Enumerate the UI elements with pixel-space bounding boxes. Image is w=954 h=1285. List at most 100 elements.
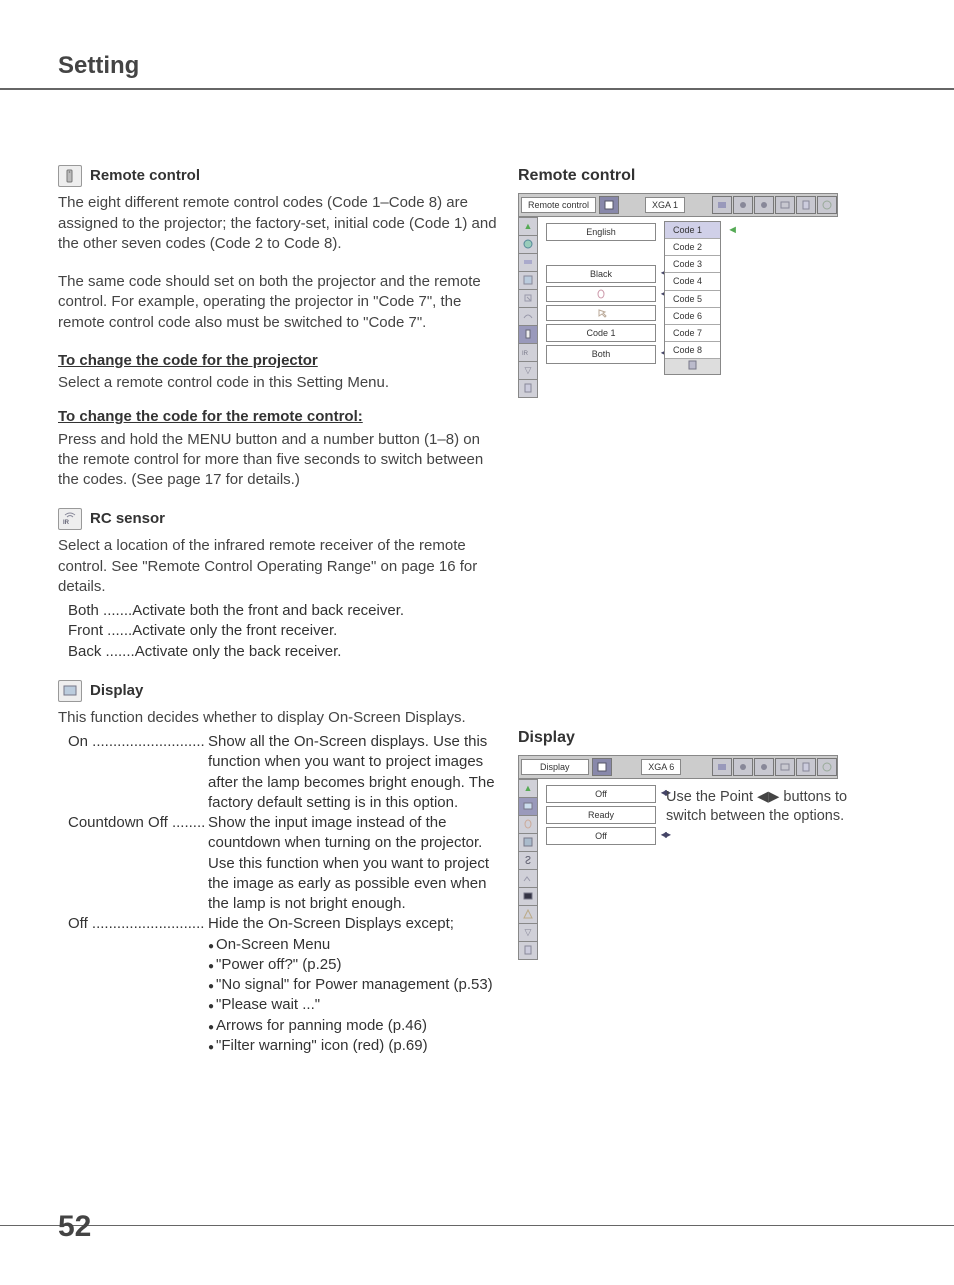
- section-head-rcsensor: IR RC sensor: [58, 508, 498, 530]
- setting-field-display[interactable]: Off: [546, 785, 656, 803]
- setting-field-onstart[interactable]: Off: [546, 827, 656, 845]
- bullet-item: On-Screen Menu: [208, 935, 498, 955]
- osd-settings: English Black Code 1 Both: [538, 217, 660, 397]
- section-title-display: Display: [90, 681, 143, 701]
- sidebar-item-icon[interactable]: [518, 851, 538, 870]
- bullet-item: "Power off?" (p.25): [208, 955, 498, 975]
- display-list: On ...........................Show all t…: [68, 732, 498, 1056]
- sidebar-item-icon[interactable]: [518, 235, 538, 254]
- setting-field-background[interactable]: Black: [546, 265, 656, 283]
- display-icon: [58, 680, 82, 702]
- left-right-arrows-icon: [661, 830, 669, 841]
- sidebar-scroll-up[interactable]: [518, 779, 538, 798]
- sidebar-item-icon[interactable]: IR: [518, 343, 538, 362]
- term: Back .......: [68, 642, 135, 662]
- list-item: Front ......Activate only the front rece…: [68, 621, 498, 641]
- sidebar-item-icon[interactable]: [518, 289, 538, 308]
- code-exit-icon[interactable]: [665, 359, 720, 374]
- code-option[interactable]: Code 2: [665, 239, 720, 256]
- sidebar-item-icon[interactable]: [518, 815, 538, 834]
- page-number: 52: [58, 1207, 91, 1248]
- setting-field-language[interactable]: English: [546, 223, 656, 241]
- sidebar-scroll-down[interactable]: [518, 361, 538, 380]
- code-option[interactable]: Code 7: [665, 325, 720, 342]
- topbar-tab-icon[interactable]: [775, 758, 795, 776]
- code-option[interactable]: Code 6: [665, 308, 720, 325]
- code-option[interactable]: Code 1◄: [665, 222, 720, 239]
- definition: Hide the On-Screen Displays except; On-S…: [208, 914, 498, 1056]
- bullet-item: Arrows for panning mode (p.46): [208, 1016, 498, 1036]
- left-column: Remote control The eight different remot…: [58, 165, 498, 1056]
- setting-field-lamp[interactable]: [546, 286, 656, 302]
- section-head-remote: Remote control: [58, 165, 498, 187]
- content: Remote control The eight different remot…: [0, 90, 954, 1056]
- sidebar-item-icon[interactable]: [518, 869, 538, 888]
- osd-title-display: Display: [518, 727, 904, 749]
- subtext-change-projector: Select a remote control code in this Set…: [58, 373, 498, 393]
- list-item: Back .......Activate only the back recei…: [68, 642, 498, 662]
- list-item: Countdown Off ........Show the input ima…: [68, 813, 498, 914]
- osd-panel-display: Display XGA 6: [518, 755, 838, 959]
- sidebar-item-icon[interactable]: [518, 271, 538, 290]
- osd-sidebar: IR: [518, 217, 538, 397]
- selection-arrow-icon: ◄: [727, 223, 738, 238]
- off-definition: Hide the On-Screen Displays except;: [208, 915, 454, 932]
- term: Both .......: [68, 601, 132, 621]
- bullet-item: "No signal" for Power management (p.53): [208, 975, 498, 995]
- setting-field-rcsensor[interactable]: Both: [546, 345, 656, 363]
- remote-paragraph-1: The eight different remote control codes…: [58, 193, 498, 254]
- off-bullets: On-Screen Menu "Power off?" (p.25) "No s…: [208, 935, 498, 1057]
- topbar-tab-icon[interactable]: [754, 758, 774, 776]
- setting-field-power[interactable]: Ready: [546, 806, 656, 824]
- topbar-tab-icon[interactable]: [592, 758, 612, 776]
- topbar-tab-icon[interactable]: [599, 196, 619, 214]
- remote-paragraph-2: The same code should set on both the pro…: [58, 272, 498, 333]
- sidebar-item-icon[interactable]: [518, 833, 538, 852]
- sidebar-item-icon[interactable]: [518, 887, 538, 906]
- sidebar-item-remote-selected[interactable]: [518, 325, 538, 344]
- topbar-tab-icon[interactable]: [733, 758, 753, 776]
- osd-mode-label: XGA 1: [645, 197, 685, 213]
- sidebar-item-display-selected[interactable]: [518, 797, 538, 816]
- osd-topbar-label: Remote control: [521, 197, 596, 213]
- rc-sensor-icon: IR: [58, 508, 82, 530]
- definition: Show all the On-Screen displays. Use thi…: [208, 732, 498, 813]
- list-item: Off ........................... Hide the…: [68, 914, 498, 1056]
- sidebar-item-icon[interactable]: [518, 253, 538, 272]
- page-title: Setting: [58, 50, 954, 82]
- setting-field-remote-code[interactable]: Code 1: [546, 324, 656, 342]
- sidebar-scroll-down[interactable]: [518, 923, 538, 942]
- topbar-tab-icon[interactable]: [775, 196, 795, 214]
- code-dropdown: Code 1◄ Code 2 Code 3 Code 4 Code 5 Code…: [664, 221, 721, 375]
- topbar-tab-icon[interactable]: [817, 758, 837, 776]
- section-head-display: Display: [58, 680, 498, 702]
- code-option[interactable]: Code 3: [665, 256, 720, 273]
- osd-title-remote: Remote control: [518, 165, 904, 187]
- osd-settings: Off Ready Off: [538, 779, 660, 959]
- svg-text:IR: IR: [522, 351, 529, 357]
- osd-topbar: Remote control XGA 1: [518, 193, 838, 217]
- topbar-tab-icon[interactable]: [796, 196, 816, 214]
- setting-field-pointer[interactable]: [546, 305, 656, 321]
- rcsensor-list: Both .......Activate both the front and …: [68, 601, 498, 662]
- topbar-tab-icon[interactable]: [817, 196, 837, 214]
- topbar-tab-icon[interactable]: [733, 196, 753, 214]
- code-option[interactable]: Code 5: [665, 291, 720, 308]
- topbar-tab-icon[interactable]: [712, 196, 732, 214]
- topbar-tab-icon[interactable]: [796, 758, 816, 776]
- section-title-remote: Remote control: [90, 166, 200, 186]
- definition: Activate only the back receiver.: [135, 642, 498, 662]
- code-option[interactable]: Code 4: [665, 273, 720, 290]
- sidebar-exit-icon[interactable]: [518, 941, 538, 960]
- osd-sidebar: [518, 779, 538, 959]
- sidebar-item-icon[interactable]: [518, 905, 538, 924]
- code-option[interactable]: Code 8: [665, 342, 720, 359]
- sidebar-item-icon[interactable]: [518, 307, 538, 326]
- svg-text:IR: IR: [63, 520, 70, 526]
- sidebar-scroll-up[interactable]: [518, 217, 538, 236]
- sidebar-exit-icon[interactable]: [518, 379, 538, 398]
- osd-topbar: Display XGA 6: [518, 755, 838, 779]
- osd-panel-remote: Remote control XGA 1: [518, 193, 838, 397]
- topbar-tab-icon[interactable]: [754, 196, 774, 214]
- topbar-tab-icon[interactable]: [712, 758, 732, 776]
